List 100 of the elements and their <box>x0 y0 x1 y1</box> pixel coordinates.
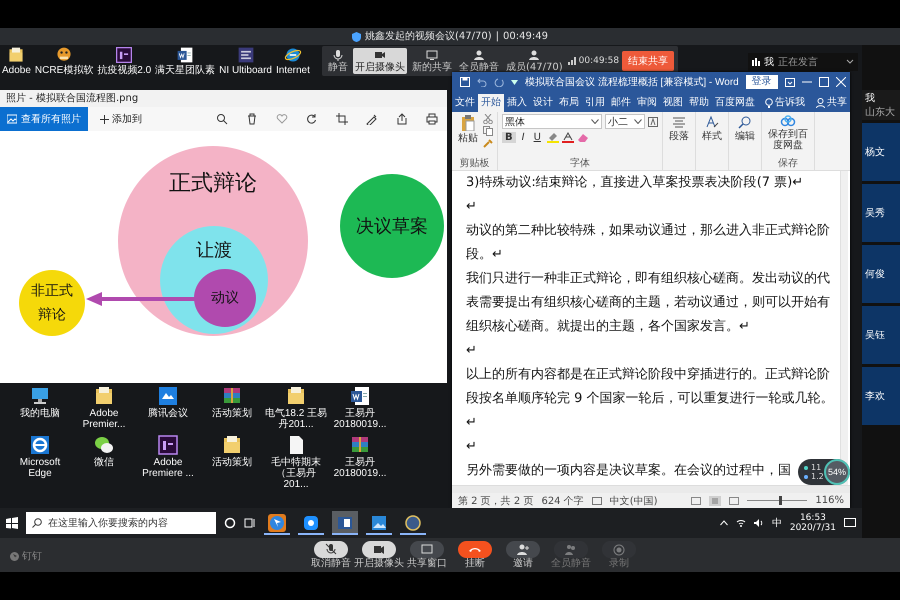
ribbon-tab[interactable]: 视图 <box>660 94 686 112</box>
add-to-button[interactable]: 添加到 <box>94 111 148 127</box>
paste-button[interactable]: 粘贴 <box>456 114 480 145</box>
desktop-icon-label[interactable]: Adobe <box>2 65 31 76</box>
desktop-icon-label[interactable]: 电气18.2 王易丹201... <box>264 408 328 430</box>
format-button[interactable]: B <box>502 132 516 143</box>
font-name-dropdown[interactable]: 黑体 <box>502 114 602 129</box>
ribbon-tab[interactable]: 插入 <box>504 94 530 112</box>
desktop-icon-label[interactable]: 我的电脑 <box>20 408 60 419</box>
meeting-timer: 00:49:49 <box>503 30 548 42</box>
participant-org: 山东大 <box>865 106 896 119</box>
desktop-icon-label[interactable]: 活动策划 <box>212 457 252 468</box>
speaking-status: 正在发言 <box>778 56 819 69</box>
clock-time[interactable]: 16:53 <box>800 513 826 523</box>
toolbar-button[interactable]: 开启摄像头 <box>353 48 407 74</box>
download-speed: 1.2 <box>811 472 824 481</box>
paragraph: 另外需要做的一项内容是决议草案。在会议的过程中，国 <box>466 462 791 480</box>
ribbon-tab[interactable]: 文件 <box>452 94 478 112</box>
ribbon-tab[interactable]: 开始 <box>478 94 504 112</box>
group-label: 剪贴板 <box>458 158 490 170</box>
ribbon-tab[interactable]: 百度网盘 <box>712 94 758 112</box>
desktop-icon-label[interactable]: Adobe Premiere ... <box>136 457 200 479</box>
toolbar-button[interactable]: 静音 <box>326 48 350 74</box>
desktop-icon-label[interactable]: 满天星团队素 <box>155 65 216 76</box>
paragraph: 动议的第二种比较特殊，如果动议通过，那么进入非正式辩论阶段。↵ <box>466 222 831 264</box>
format-button[interactable]: I <box>518 132 528 143</box>
ribbon-tab[interactable]: 帮助 <box>686 94 712 112</box>
paragraph: ↵ <box>466 438 477 456</box>
paragraph-button[interactable]: 段落 <box>667 114 691 143</box>
desktop-icon-label[interactable]: 毛中特期末（王易丹 201... <box>264 457 328 490</box>
control-label: 录制 <box>609 558 629 570</box>
control-label: 共享窗口 <box>407 558 447 570</box>
participant-name: 吴秀 <box>865 206 886 220</box>
node-label: 正式辩论 <box>169 170 257 198</box>
zoom-level: 116% <box>815 495 844 506</box>
ribbon-tab[interactable]: 设计 <box>530 94 556 112</box>
speaker-name: 我 <box>764 56 774 69</box>
toolbar-button[interactable]: 成员(47/70) <box>504 48 565 74</box>
control-label: 全员静音 <box>551 558 591 570</box>
control-label: 邀请 <box>513 558 533 570</box>
desktop-icon-label[interactable]: Internet <box>276 65 310 76</box>
control-label: 开启摄像头 <box>354 558 404 570</box>
node-label: 非正式辩论 <box>30 282 74 325</box>
desktop-icon-label[interactable]: 抗疫视频2.0 <box>97 65 152 76</box>
paragraph: 3)特殊动议:结束辩论，直接进入草案投票表决阶段(7 票)↵ <box>466 174 804 192</box>
desktop-icon-label[interactable]: 微信 <box>94 457 114 468</box>
desktop-icon-label[interactable]: Microsoft Edge <box>8 457 72 479</box>
ribbon-tab[interactable]: 引用 <box>582 94 608 112</box>
control-label: 取消静音 <box>311 558 351 570</box>
save-to-cloud-button[interactable]: 保存到百度网盘 <box>766 114 810 152</box>
tell-me-button[interactable]: 告诉我 <box>762 94 808 112</box>
desktop-icon-label[interactable]: 王易丹 20180019... <box>328 457 392 479</box>
control-label: 挂断 <box>465 558 485 570</box>
font-size-dropdown[interactable]: 小二 <box>605 114 645 129</box>
view-all-photos-button[interactable]: 查看所有照片 <box>0 107 88 131</box>
desktop-icon-label[interactable]: Adobe Premier... <box>72 408 136 430</box>
participant-name: 何俊 <box>865 268 886 281</box>
participant-tile[interactable]: 吴钰 <box>862 306 900 364</box>
desktop-icon-label[interactable]: NCRE模拟软 <box>34 65 94 76</box>
participant-name: 吴钰 <box>865 329 886 342</box>
desktop-icon-label[interactable]: 腾讯会议 <box>148 408 188 419</box>
search-field[interactable]: 在这里输入你要搜索的内容 <box>26 512 216 534</box>
share-button[interactable]: 共享 <box>813 94 850 112</box>
node-label: 动议 <box>211 289 239 307</box>
participant-name: 李欢 <box>865 390 886 403</box>
desktop-icon-label[interactable]: 活动策划 <box>212 408 252 419</box>
page-count: 第 2 页，共 2 页 <box>458 494 534 508</box>
group-label: 保存 <box>777 158 799 170</box>
document-title: 模拟联合国会议 流程梳理概括 [兼容模式] - Word <box>525 76 739 89</box>
input-method[interactable]: 中 <box>772 516 782 530</box>
paragraph: ↵ <box>466 342 477 360</box>
ribbon-tab[interactable]: 邮件 <box>608 94 634 112</box>
clock-date[interactable]: 2020/7/31 <box>790 523 836 533</box>
participant-tile[interactable]: 杨文 <box>862 123 900 181</box>
participant-tile[interactable]: 李欢 <box>862 367 900 425</box>
styles-button[interactable]: 样式 <box>700 114 724 143</box>
participant-tile[interactable]: 吴秀 <box>862 184 900 242</box>
upload-speed: 11 <box>811 463 822 472</box>
word-count: 624 个字 <box>541 494 584 508</box>
window-title: 照片 - 模拟联合国流程图.png <box>0 90 447 107</box>
participant-tile[interactable]: 我 山东大 <box>862 90 900 120</box>
toolbar-button[interactable]: 新的共享 <box>410 48 454 74</box>
paragraph: 以上的所有内容都是在正式辩论阶段中穿插进行的。正式辩论阶段按名单顺序轮完 9 个国家一轮后，可以重复进行一轮或几轮。↵ <box>466 366 835 432</box>
language: 中文(中国) <box>610 494 658 508</box>
format-button[interactable]: U <box>530 132 544 143</box>
node-label: 决议草案 <box>356 215 428 238</box>
editing-button[interactable]: 编辑 <box>733 114 757 143</box>
ribbon-tab[interactable]: 布局 <box>556 94 582 112</box>
desktop-icon-label[interactable]: NI Ultiboard <box>219 65 272 76</box>
desktop-icon-label[interactable]: 王易丹 20180019... <box>328 408 392 430</box>
toolbar-button[interactable]: 全员静音 <box>457 48 501 74</box>
paragraph: ↵ <box>466 198 477 216</box>
group-label: 字体 <box>569 158 591 170</box>
separator: | <box>496 30 500 42</box>
usage-percent: 54% <box>824 459 850 485</box>
sign-in-button[interactable]: 登录 <box>746 75 778 89</box>
participant-tile[interactable]: 何俊 <box>862 245 900 303</box>
ribbon-tab[interactable]: 审阅 <box>634 94 660 112</box>
node-label: 让渡 <box>196 239 232 262</box>
paragraph: 我们只进行一种非正式辩论，即有组织核心磋商。发出动议的代表需要提出有组织核心磋商的主题，若动议通过，则可以开始有组织核心磋商。就提出的主题，各个国家发言。↵ <box>466 270 831 336</box>
